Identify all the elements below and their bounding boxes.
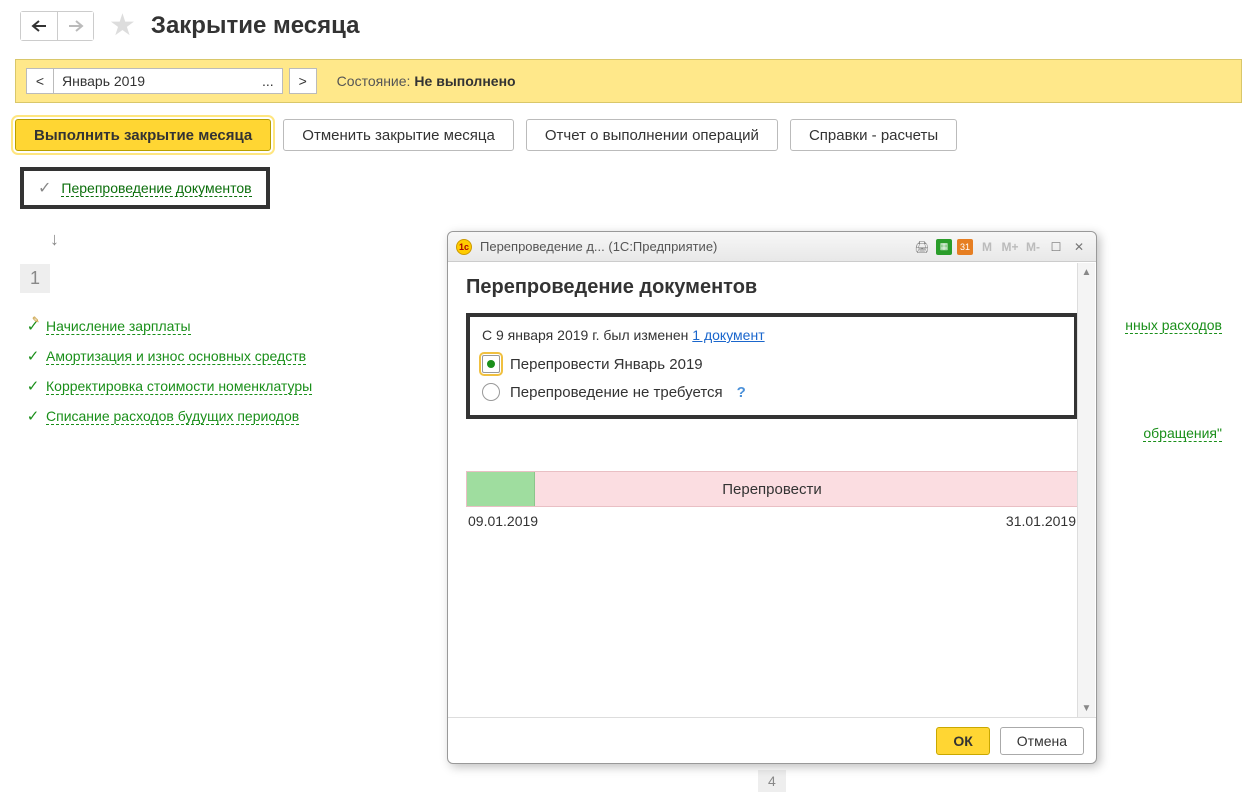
radio-skip-label: Перепроведение не требуется — [510, 384, 723, 401]
section-number-4: 4 — [758, 770, 786, 792]
radio-skip-row[interactable]: Перепроведение не требуется ? — [482, 383, 1062, 401]
cancel-button[interactable]: Отмена — [1000, 727, 1084, 755]
calendar-green-icon[interactable]: ▦ — [936, 239, 952, 255]
op-partial-turnover[interactable]: обращения" — [1143, 425, 1222, 442]
favorite-star-icon[interactable]: ★ — [109, 8, 136, 43]
arrow-left-icon — [31, 20, 47, 32]
calendar-orange-icon[interactable]: 31 — [957, 239, 973, 255]
maximize-icon[interactable]: ☐ — [1047, 238, 1065, 256]
radio-selected-icon[interactable] — [482, 355, 500, 373]
help-icon[interactable]: ? — [737, 384, 746, 401]
scroll-up-icon[interactable]: ▲ — [1078, 263, 1095, 281]
m-icon[interactable]: M — [978, 238, 996, 256]
arrow-right-icon — [68, 20, 84, 32]
nav-group — [20, 11, 94, 41]
dialog-titlebar: 1c Перепроведение д... (1С:Предприятие) … — [448, 232, 1096, 262]
period-input[interactable]: Январь 2019 — [54, 68, 254, 94]
references-calc-button[interactable]: Справки - расчеты — [790, 119, 957, 151]
progress-bar: Перепровести — [466, 471, 1078, 507]
check-icon: ✓ — [20, 377, 46, 395]
progress-dates: 09.01.2019 31.01.2019 — [466, 513, 1078, 529]
run-close-month-button[interactable]: Выполнить закрытие месяца — [15, 119, 271, 151]
reprocess-documents-highlight: ✓ Перепроведение документов — [20, 167, 270, 209]
check-edit-icon: ✓✎ — [20, 317, 46, 335]
dialog-choice-box: С 9 января 2019 г. был изменен 1 докумен… — [466, 313, 1078, 419]
period-prev-button[interactable]: < — [26, 68, 54, 94]
state-value: Не выполнено — [414, 73, 515, 89]
cancel-close-month-button[interactable]: Отменить закрытие месяца — [283, 119, 514, 151]
dialog-body: Перепроведение документов С 9 января 201… — [448, 262, 1096, 717]
op-amortization-link[interactable]: Амортизация и износ основных средств — [46, 348, 306, 365]
reprocess-documents-link[interactable]: Перепроведение документов — [61, 180, 251, 197]
dialog-heading: Перепроведение документов — [466, 276, 1078, 299]
print-icon[interactable]: 🖨 — [913, 238, 931, 256]
progress-section: Перепровести 09.01.2019 31.01.2019 — [466, 471, 1078, 529]
check-icon: ✓ — [20, 347, 46, 365]
dialog-info-prefix: С 9 января 2019 г. был изменен — [482, 327, 692, 343]
ok-button[interactable]: ОК — [936, 727, 989, 755]
op-future-expenses-link[interactable]: Списание расходов будущих периодов — [46, 408, 299, 425]
m-plus-icon[interactable]: M+ — [1001, 238, 1019, 256]
check-icon: ✓ — [38, 178, 51, 198]
op-cost-correction-link[interactable]: Корректировка стоимости номенклатуры — [46, 378, 312, 395]
period-picker-button[interactable]: ... — [254, 68, 283, 94]
check-icon: ✓ — [20, 407, 46, 425]
action-row: Выполнить закрытие месяца Отменить закры… — [0, 107, 1257, 163]
progress-date-to: 31.01.2019 — [1006, 513, 1076, 529]
logo-1c-icon: 1c — [456, 239, 472, 255]
radio-repost-label: Перепровести Январь 2019 — [510, 356, 703, 373]
progress-date-from: 09.01.2019 — [468, 513, 538, 529]
op-salary-link[interactable]: Начисление зарплаты — [46, 318, 191, 335]
state-label: Состояние: — [337, 73, 411, 89]
dialog-info-text: С 9 января 2019 г. был изменен 1 докумен… — [482, 327, 1062, 343]
radio-unselected-icon[interactable] — [482, 383, 500, 401]
changed-document-link[interactable]: 1 документ — [692, 327, 764, 343]
header-row: ★ Закрытие месяца — [0, 0, 1257, 55]
nav-back-button[interactable] — [21, 12, 57, 40]
m-minus-icon[interactable]: M- — [1024, 238, 1042, 256]
operations-report-button[interactable]: Отчет о выполнении операций — [526, 119, 778, 151]
op-partial-expenses[interactable]: нных расходов — [1125, 317, 1222, 334]
progress-bar-label: Перепровести — [467, 481, 1077, 498]
section-number-1: 1 — [20, 264, 50, 293]
period-next-button[interactable]: > — [289, 68, 317, 94]
dialog-footer: ОК Отмена — [448, 717, 1096, 763]
scroll-down-icon[interactable]: ▼ — [1078, 699, 1095, 717]
nav-forward-button[interactable] — [57, 12, 93, 40]
reprocess-dialog: 1c Перепроведение д... (1С:Предприятие) … — [447, 231, 1097, 764]
period-bar: < Январь 2019 ... > Состояние: Не выполн… — [15, 59, 1242, 103]
dialog-scrollbar[interactable]: ▲ ▼ — [1077, 263, 1095, 717]
close-icon[interactable]: ✕ — [1070, 238, 1088, 256]
page-title: Закрытие месяца — [151, 12, 360, 40]
dialog-toolbar: 🖨 ▦ 31 M M+ M- ☐ ✕ — [913, 238, 1088, 256]
radio-repost-row[interactable]: Перепровести Январь 2019 — [482, 355, 1062, 373]
dialog-title-text: Перепроведение д... (1С:Предприятие) — [480, 239, 913, 254]
